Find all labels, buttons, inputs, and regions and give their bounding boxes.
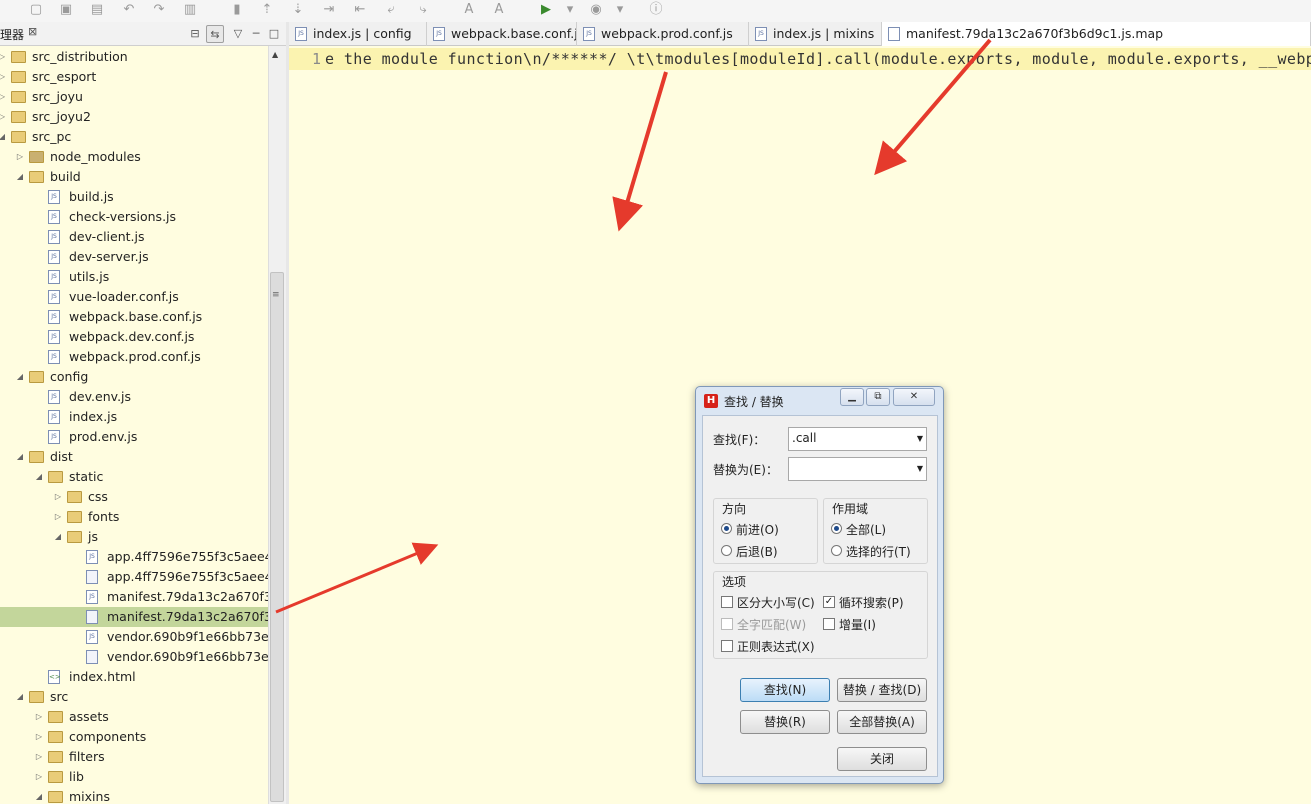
replace-label: 替换为(E)：	[713, 463, 778, 477]
direction-title: 方向	[722, 502, 747, 516]
options-group: 选项 区分大小写(C) ✓ 循环搜索(P) 全字匹配(W) 增量(I) 正则表达…	[713, 571, 928, 659]
backward-radio[interactable]	[721, 545, 732, 556]
incremental-label[interactable]: 增量(I)	[839, 616, 876, 633]
regex-checkbox[interactable]	[721, 640, 733, 652]
regex-label[interactable]: 正则表达式(X)	[737, 638, 815, 655]
arrow-to-code-left	[612, 71, 668, 232]
minimize-button[interactable]: ▁	[840, 388, 864, 406]
replace-combo[interactable]: ▼	[788, 457, 927, 481]
scope-all-radio[interactable]	[831, 523, 842, 534]
whole-word-checkbox	[721, 618, 733, 630]
find-value[interactable]: .call	[792, 431, 816, 445]
restore-button[interactable]: ⧉	[866, 388, 890, 406]
close-button[interactable]: ✕	[893, 388, 935, 406]
annotation-arrows	[275, 38, 992, 614]
find-button[interactable]: 查找(N)	[740, 678, 830, 702]
forward-label[interactable]: 前进(O)	[736, 521, 779, 538]
replace-find-button[interactable]: 替换 / 查找(D)	[837, 678, 927, 702]
scope-lines-label[interactable]: 选择的行(T)	[846, 543, 911, 560]
direction-group: 方向 前进(O) 后退(B)	[713, 498, 818, 564]
replace-all-button[interactable]: 全部替换(A)	[837, 710, 927, 734]
hbuilder-logo-icon: H	[704, 394, 718, 408]
whole-word-label: 全字匹配(W)	[737, 618, 807, 632]
options-title: 选项	[722, 575, 747, 589]
incremental-checkbox[interactable]	[823, 618, 835, 630]
chevron-down-icon[interactable]: ▼	[917, 464, 923, 473]
scope-lines-radio[interactable]	[831, 545, 842, 556]
wrap-search-checkbox[interactable]: ✓	[823, 596, 835, 608]
dialog-title: 查找 / 替换	[724, 395, 784, 409]
scope-title: 作用域	[832, 502, 869, 516]
case-sensitive-label[interactable]: 区分大小写(C)	[737, 594, 815, 611]
chevron-down-icon[interactable]: ▼	[917, 434, 923, 443]
backward-label[interactable]: 后退(B)	[736, 543, 778, 560]
case-sensitive-checkbox[interactable]	[721, 596, 733, 608]
find-label: 查找(F)：	[713, 433, 766, 447]
arrow-to-code-right	[874, 38, 992, 176]
wrap-search-label[interactable]: 循环搜索(P)	[839, 594, 904, 611]
scope-all-label[interactable]: 全部(L)	[846, 521, 886, 538]
close-dialog-button[interactable]: 关闭	[837, 747, 927, 771]
scope-group: 作用域 全部(L) 选择的行(T)	[823, 498, 928, 564]
forward-radio[interactable]	[721, 523, 732, 534]
find-combo[interactable]: .call ▼	[788, 427, 927, 451]
replace-button[interactable]: 替换(R)	[740, 710, 830, 734]
find-replace-dialog: H 查找 / 替换 ▁ ⧉ ✕ 查找(F)： .call ▼ 替换为(E)： ▼…	[695, 386, 944, 784]
dialog-body: 查找(F)： .call ▼ 替换为(E)： ▼ 方向 前进(O) 后退(B) …	[702, 415, 938, 777]
arrow-from-selected-file	[275, 542, 439, 614]
